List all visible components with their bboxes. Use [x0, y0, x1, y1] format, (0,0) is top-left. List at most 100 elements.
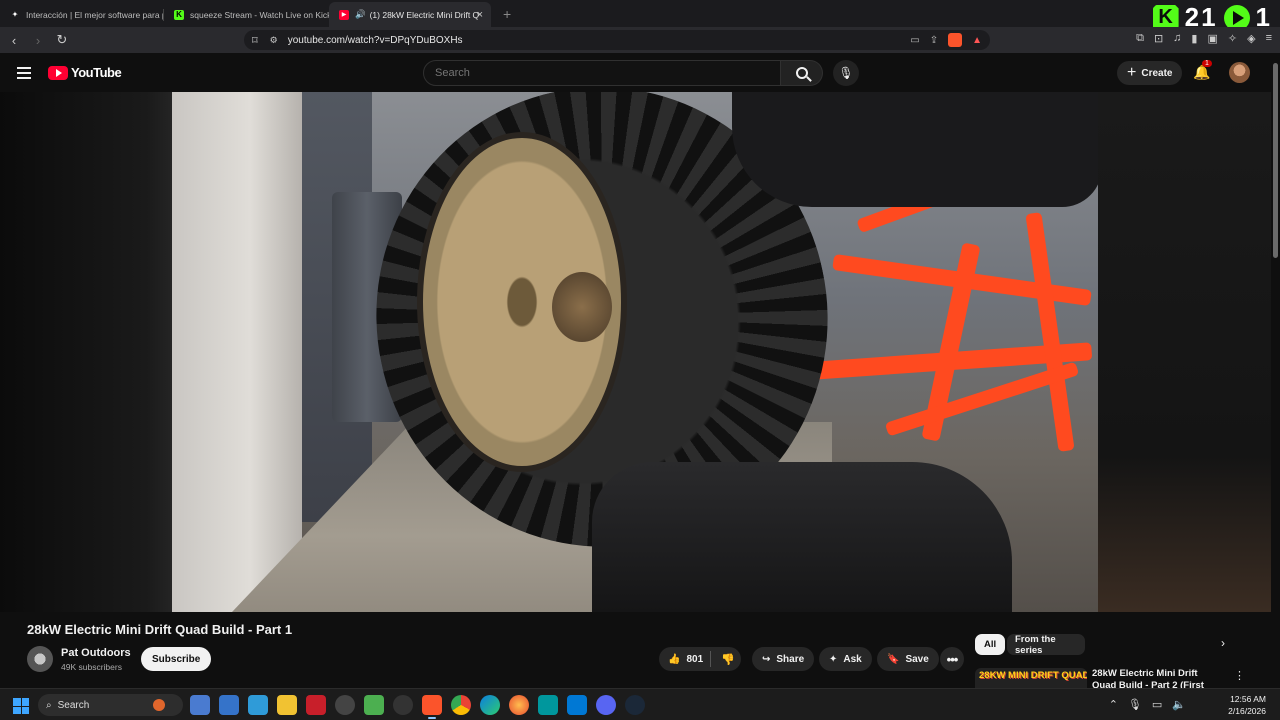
url-text[interactable]: youtube.com/watch?v=DPqYDuBOXHs	[288, 35, 463, 46]
video-player[interactable]	[0, 92, 1271, 612]
browser-tab[interactable]: ✦ Interacción | El mejor software para p	[0, 2, 163, 27]
music-icon[interactable]: ♫	[1173, 32, 1181, 45]
share-label: Share	[776, 653, 805, 665]
chevron-right-icon[interactable]: ›	[1221, 636, 1225, 650]
video-info: 28kW Electric Mini Drift Quad Build - Pa…	[0, 612, 1271, 688]
speaker-icon[interactable]: 🔊	[355, 9, 366, 20]
garage-door	[172, 92, 302, 612]
gloved-hand-top	[732, 92, 1098, 207]
vscode-icon[interactable]	[567, 695, 587, 715]
app-icon-netflix[interactable]	[306, 695, 326, 715]
app-icon-explorer-window[interactable]	[219, 695, 239, 715]
windows-taskbar: ⌕ Search ⌃ 🎙 ▭ 🔈 12:56 AM 2/16/2026	[0, 688, 1280, 720]
like-button[interactable]: 👍 801	[668, 654, 703, 665]
clock-date: 2/16/2026	[1228, 706, 1266, 716]
youtube-play-icon	[48, 65, 68, 80]
save-label: Save	[905, 653, 929, 665]
scrollbar-thumb[interactable]	[1273, 63, 1278, 258]
screenshot-icon[interactable]: ⊡	[1154, 32, 1163, 45]
folder-icon[interactable]	[277, 695, 297, 715]
dislike-button[interactable]: 👎	[721, 653, 735, 666]
ask-button[interactable]: ✦ Ask	[819, 647, 872, 671]
voice-search-button[interactable]: 🎙	[833, 60, 859, 86]
rewards-icon[interactable]: ▲	[972, 35, 982, 46]
next-video-title[interactable]: 28kW Electric Mini Drift Quad Build - Pa…	[1092, 668, 1222, 688]
create-label: Create	[1141, 67, 1173, 79]
youtube-logo[interactable]: YouTube	[48, 65, 122, 80]
thumbs-down-icon: 👎	[721, 653, 735, 666]
youtube-header: YouTube 🎙 + Create 🔔 1	[0, 53, 1280, 92]
browser-tab[interactable]: K squeeze Stream - Watch Live on Kick	[164, 2, 329, 27]
vpn-icon[interactable]: ◈	[1247, 32, 1255, 45]
site-info-icon[interactable]: ⚙	[270, 35, 278, 46]
share-page-icon[interactable]: ⇪	[930, 35, 938, 46]
chevron-up-icon[interactable]: ⌃	[1109, 698, 1118, 711]
channel-name[interactable]: Pat Outdoors	[61, 647, 131, 659]
system-clock[interactable]: 12:56 AM 2/16/2026	[1228, 693, 1266, 717]
menu-icon[interactable]: ≡	[1266, 32, 1272, 45]
ask-label: Ask	[843, 653, 862, 665]
wheel-hub	[552, 272, 612, 342]
brave-browser-icon[interactable]	[422, 695, 442, 719]
more-actions-button[interactable]: •••	[940, 647, 964, 671]
channel-avatar[interactable]	[27, 646, 53, 672]
steam-icon[interactable]	[625, 695, 645, 715]
kebab-menu-icon[interactable]: ⋮	[1234, 669, 1245, 682]
guide-menu-icon[interactable]	[17, 67, 31, 82]
app-icon-remote[interactable]	[248, 695, 268, 715]
reload-icon[interactable]: ↻	[52, 32, 72, 48]
search-input[interactable]	[423, 60, 781, 86]
app-icon-shield[interactable]	[364, 695, 384, 715]
chip-from-series[interactable]: From the series	[1007, 634, 1085, 655]
chip-all[interactable]: All	[975, 634, 1006, 655]
cast-icon[interactable]: ▭	[910, 35, 919, 46]
save-icon: 🔖	[887, 653, 900, 665]
address-bar[interactable]: ⌑ ⚙ youtube.com/watch?v=DPqYDuBOXHs ▭ ⇪ …	[244, 30, 990, 50]
sidebar-icon[interactable]: ▮	[1191, 32, 1197, 45]
firefox-icon[interactable]	[509, 695, 529, 715]
arduino-icon[interactable]	[538, 695, 558, 715]
sparkle-icon: ✦	[829, 653, 838, 665]
subscribe-button[interactable]: Subscribe	[141, 647, 212, 671]
brave-shield-icon[interactable]	[948, 33, 963, 47]
notifications-button[interactable]: 🔔 1	[1193, 60, 1212, 81]
bookmark-icon[interactable]: ⌑	[252, 34, 258, 47]
share-button[interactable]: ↪ Share	[752, 647, 815, 671]
tab-title: (1) 28kW Electric Mini Drift Q	[369, 9, 480, 20]
wallet-icon[interactable]: ▣	[1207, 32, 1217, 45]
forward-icon[interactable]: ›	[28, 33, 48, 48]
close-tab-icon[interactable]: ×	[477, 9, 483, 21]
search-button[interactable]	[781, 60, 823, 86]
edge-icon[interactable]	[480, 695, 500, 715]
app-icon-github[interactable]	[393, 695, 413, 715]
browser-toolbar: ‹ › ↻ ⌑ ⚙ youtube.com/watch?v=DPqYDuBOXH…	[0, 27, 1280, 53]
taskbar-search[interactable]: ⌕ Search	[38, 694, 183, 716]
create-button[interactable]: + Create	[1117, 61, 1183, 85]
microphone-icon: 🎙	[838, 66, 854, 80]
extensions-icon[interactable]: ⧉	[1136, 32, 1144, 45]
app-icon-tools[interactable]	[190, 695, 210, 715]
ambient-right	[1098, 92, 1271, 612]
gloved-hand-bottom	[592, 462, 1012, 612]
notification-badge: 1	[1202, 60, 1212, 67]
page-scrollbar[interactable]	[1271, 53, 1280, 688]
volume-icon[interactable]: 🔈	[1172, 698, 1186, 711]
new-tab-button[interactable]: +	[503, 6, 511, 22]
video-frame[interactable]	[172, 92, 1098, 612]
kick-icon: K	[174, 9, 184, 20]
save-button[interactable]: 🔖 Save	[877, 647, 939, 671]
browser-tab-active[interactable]: ▶ 🔊 (1) 28kW Electric Mini Drift Q ×	[329, 2, 491, 27]
discord-icon[interactable]	[596, 695, 616, 715]
back-icon[interactable]: ‹	[4, 33, 24, 48]
chrome-icon[interactable]	[451, 695, 471, 715]
account-avatar[interactable]	[1229, 62, 1250, 83]
youtube-wordmark: YouTube	[71, 65, 122, 80]
microphone-tray-icon[interactable]: 🎙	[1128, 698, 1142, 711]
search-box	[423, 60, 823, 86]
app-icon-obs[interactable]	[335, 695, 355, 715]
display-icon[interactable]: ▭	[1152, 698, 1162, 711]
windows-start-icon[interactable]	[13, 698, 29, 714]
basketball-icon	[153, 699, 165, 711]
next-video-thumbnail[interactable]: 28KW MINI DRIFT QUAD	[975, 668, 1087, 688]
leo-icon[interactable]: ✧	[1228, 32, 1237, 45]
